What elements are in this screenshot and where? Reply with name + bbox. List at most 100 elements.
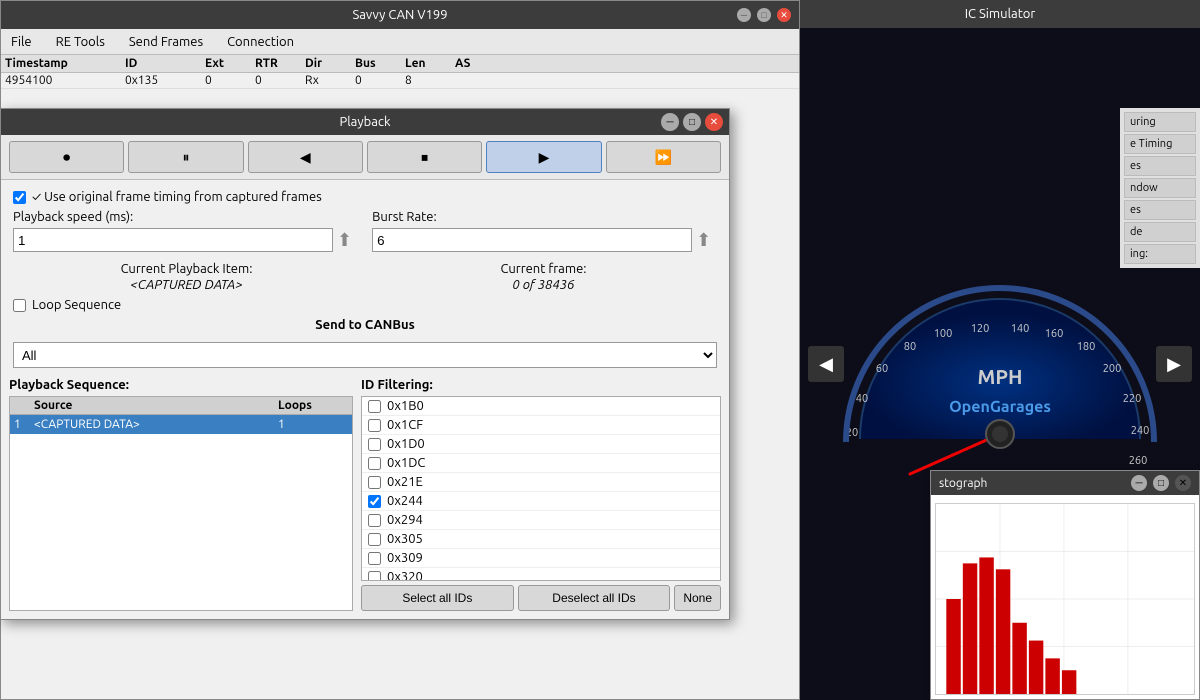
speed-spinner[interactable]: ⬆: [337, 230, 352, 251]
nav-arrow-left[interactable]: ◀: [808, 346, 844, 382]
pb-record-button[interactable]: ⏺: [9, 141, 124, 173]
svg-text:260: 260: [1129, 455, 1148, 467]
histogram-chart: [935, 503, 1195, 695]
id-label-0x305: 0x305: [387, 532, 423, 546]
side-label-uring[interactable]: uring: [1124, 112, 1196, 132]
id-checkbox-0x21E[interactable]: [368, 476, 381, 489]
col-id: ID: [125, 57, 205, 70]
histogram-title-text: stograph: [939, 477, 987, 490]
svg-text:80: 80: [904, 341, 916, 353]
sequence-panel: Playback Sequence: Source Loops 1 <CAPTU…: [9, 378, 353, 611]
seq-row-1[interactable]: 1 <CAPTURED DATA> 1: [10, 415, 352, 434]
histogram-close-button[interactable]: ✕: [1175, 475, 1191, 491]
id-filter-label: ID Filtering:: [361, 378, 721, 392]
seq-col-source: Source: [34, 399, 278, 412]
nav-arrow-right[interactable]: ▶: [1156, 346, 1192, 382]
savvy-menu-bar: File RE Tools Send Frames Connection: [1, 29, 799, 55]
side-label-timing[interactable]: e Timing: [1124, 134, 1196, 154]
menu-send-frames[interactable]: Send Frames: [125, 34, 207, 50]
deselect-all-button[interactable]: Deselect all IDs: [518, 585, 671, 611]
seq-row-loops: 1: [278, 418, 348, 431]
burst-label: Burst Rate:: [372, 210, 711, 224]
col-len: Len: [405, 57, 455, 70]
id-checkbox-0x320[interactable]: [368, 571, 381, 582]
id-checkbox-0x244[interactable]: [368, 495, 381, 508]
svg-text:220: 220: [1123, 393, 1142, 405]
current-frame-label: Current frame:: [501, 262, 587, 276]
pb-play-button[interactable]: ▶: [486, 141, 601, 173]
id-checkbox-0x1CF[interactable]: [368, 419, 381, 432]
pb-stop-button[interactable]: ⏹: [367, 141, 482, 173]
seq-row-source: <CAPTURED DATA>: [34, 418, 278, 431]
select-all-button[interactable]: Select all IDs: [361, 585, 514, 611]
svg-text:60: 60: [876, 363, 888, 375]
id-item-0x21E: 0x21E: [362, 473, 720, 492]
loop-sequence-checkbox[interactable]: [13, 299, 26, 312]
id-item-0x294: 0x294: [362, 511, 720, 530]
pb-pause-button[interactable]: ⏸: [128, 141, 243, 173]
burst-field-group: Burst Rate: ⬆: [372, 210, 711, 252]
id-checkbox-0x1DC[interactable]: [368, 457, 381, 470]
playback-maximize-button[interactable]: □: [683, 113, 701, 131]
histogram-minimize-button[interactable]: ─: [1131, 475, 1147, 491]
side-label-de[interactable]: de: [1124, 222, 1196, 242]
cell-id: 0x135: [125, 74, 205, 87]
id-label-0x309: 0x309: [387, 551, 423, 565]
svg-text:140: 140: [1011, 323, 1030, 335]
seq-col-loops: Loops: [278, 399, 348, 412]
playback-toolbar: ⏺ ⏸ ◀ ⏹ ▶ ⏩: [1, 135, 729, 180]
id-item-0x305: 0x305: [362, 530, 720, 549]
side-label-es1[interactable]: es: [1124, 156, 1196, 176]
speed-field-group: Playback speed (ms): ⬆: [13, 210, 352, 252]
id-label-0x320: 0x320: [387, 570, 423, 581]
svg-text:100: 100: [934, 328, 953, 340]
histogram-maximize-button[interactable]: □: [1153, 475, 1169, 491]
burst-spinner[interactable]: ⬆: [696, 230, 711, 251]
menu-file[interactable]: File: [7, 34, 36, 50]
cell-timestamp: 4954100: [5, 74, 125, 87]
id-label-0x294: 0x294: [387, 513, 423, 527]
none-button[interactable]: None: [674, 585, 721, 611]
menu-connection[interactable]: Connection: [223, 34, 298, 50]
id-item-0x1B0: 0x1B0: [362, 397, 720, 416]
table-row: 4954100 0x135 0 0 Rx 0 8: [1, 73, 799, 89]
side-label-es2[interactable]: es: [1124, 200, 1196, 220]
speed-input[interactable]: [13, 228, 333, 252]
canbus-select[interactable]: All: [13, 342, 717, 368]
id-item-0x1DC: 0x1DC: [362, 454, 720, 473]
menu-re-tools[interactable]: RE Tools: [52, 34, 109, 50]
id-item-0x1D0: 0x1D0: [362, 435, 720, 454]
current-frame-group: Current frame: 0 of 38436: [370, 262, 717, 292]
savvy-close-button[interactable]: ✕: [777, 8, 791, 22]
burst-input[interactable]: [372, 228, 692, 252]
id-checkbox-0x1D0[interactable]: [368, 438, 381, 451]
cell-len: 8: [405, 74, 455, 87]
id-checkbox-0x1B0[interactable]: [368, 400, 381, 413]
cell-dir: Rx: [305, 74, 355, 87]
col-bus: Bus: [355, 57, 405, 70]
side-label-ing[interactable]: ing:: [1124, 244, 1196, 264]
playback-close-button[interactable]: ✕: [705, 113, 723, 131]
current-playback-label: Current Playback Item:: [121, 262, 253, 276]
col-ext: Ext: [205, 57, 255, 70]
histogram-body: [931, 495, 1199, 699]
pb-rewind-button[interactable]: ◀: [248, 141, 363, 173]
loop-sequence-label: Loop Sequence: [32, 298, 121, 312]
id-label-0x1B0: 0x1B0: [387, 399, 424, 413]
svg-text:MPH: MPH: [978, 365, 1023, 388]
savvy-maximize-button[interactable]: □: [757, 8, 771, 22]
original-timing-checkbox[interactable]: [13, 191, 26, 204]
svg-text:160: 160: [1045, 328, 1064, 340]
playback-minimize-button[interactable]: ─: [661, 113, 679, 131]
id-filter-list[interactable]: 0x1B0 0x1CF 0x1D0 0x1DC 0x21E: [361, 396, 721, 581]
pb-fastforward-button[interactable]: ⏩: [606, 141, 721, 173]
id-checkbox-0x309[interactable]: [368, 552, 381, 565]
savvy-title: Savvy CAN V199: [352, 8, 447, 22]
side-label-ndow[interactable]: ndow: [1124, 178, 1196, 198]
id-checkbox-0x294[interactable]: [368, 514, 381, 527]
id-checkbox-0x305[interactable]: [368, 533, 381, 546]
ic-simulator-title: IC Simulator: [965, 7, 1036, 21]
send-row: Send to CANBus: [13, 318, 717, 332]
savvy-minimize-button[interactable]: ─: [737, 8, 751, 22]
loop-row: Loop Sequence: [13, 298, 717, 312]
